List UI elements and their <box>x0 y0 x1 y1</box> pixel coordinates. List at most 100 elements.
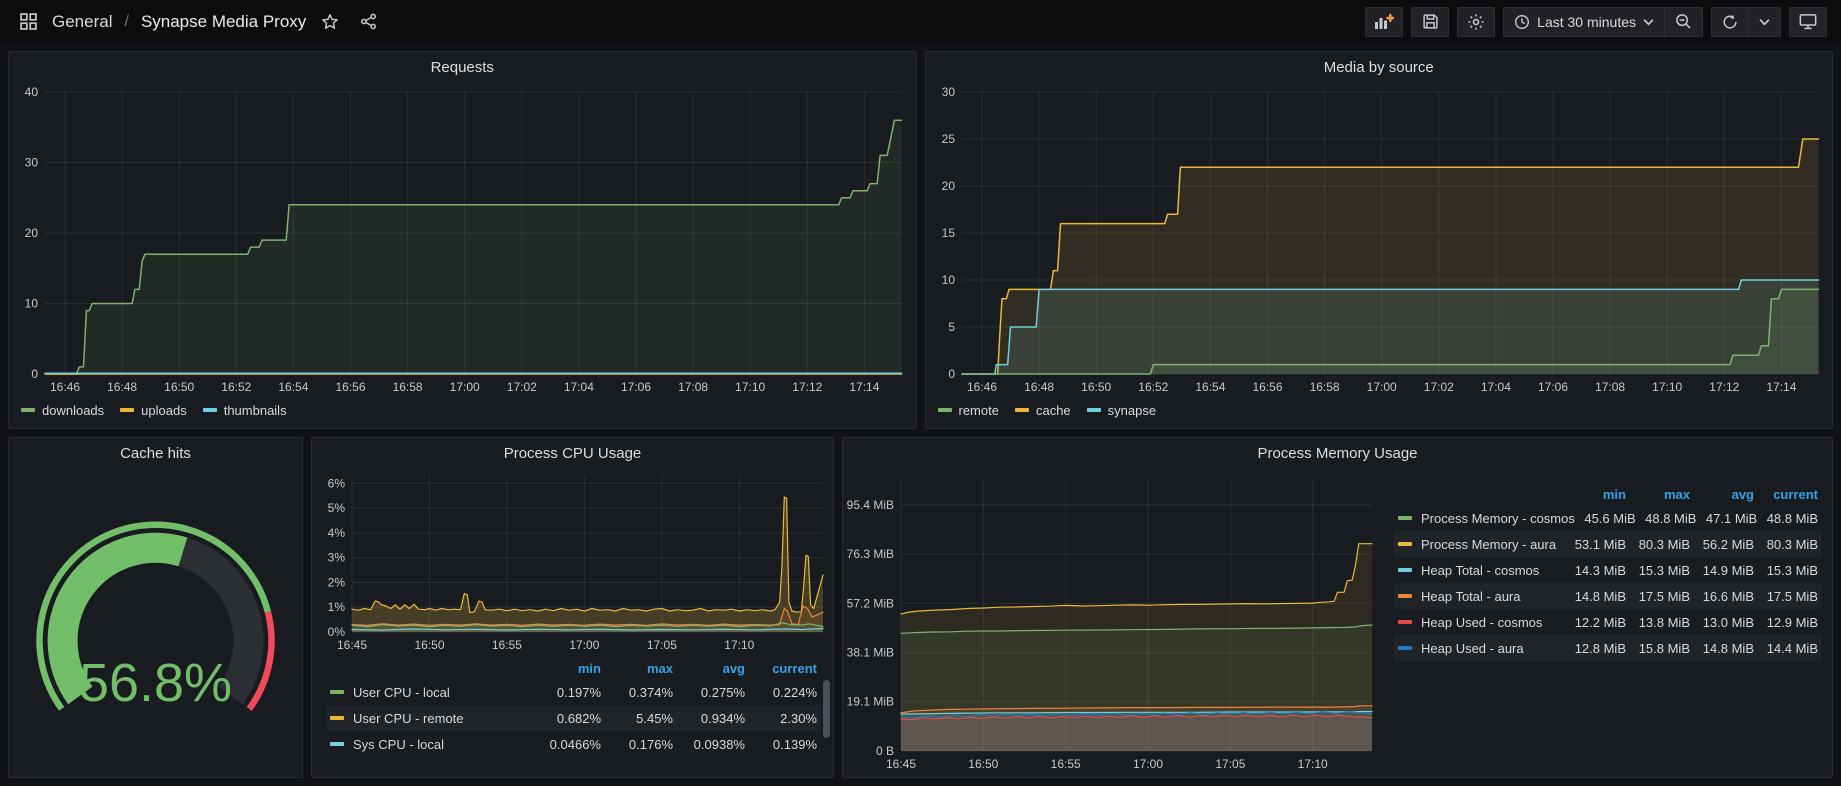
legend-column-min[interactable]: min <box>529 661 601 676</box>
legend-value: 0.176% <box>601 737 673 752</box>
media-legend: remote cache synapse <box>926 400 1833 428</box>
legend-value: 15.3 MiB <box>1754 563 1818 578</box>
legend-column-avg[interactable]: avg <box>1690 487 1754 502</box>
x-tick-label: 16:48 <box>107 380 137 394</box>
panel-title[interactable]: Process Memory Usage <box>843 438 1832 468</box>
legend-series-Heap Used - cosmos[interactable]: Heap Used - cosmos <box>1398 615 1562 630</box>
x-tick-label: 16:52 <box>1138 380 1168 394</box>
series-color-swatch <box>120 408 134 412</box>
refresh-interval-dropdown[interactable] <box>1748 8 1780 36</box>
panel-title[interactable]: Cache hits <box>9 438 302 468</box>
y-tick-label: 30 <box>25 156 39 170</box>
share-icon[interactable] <box>354 8 382 36</box>
x-tick-label: 17:12 <box>1709 380 1739 394</box>
requests-chart[interactable]: 16:4616:4816:5016:5216:5416:5616:5817:00… <box>9 82 916 400</box>
media-by-source-chart[interactable]: 16:4616:4816:5016:5216:5416:5616:5817:00… <box>926 82 1833 400</box>
x-tick-label: 17:00 <box>569 638 599 652</box>
legend-value: 0.934% <box>673 711 745 726</box>
panel-title[interactable]: Media by source <box>926 52 1833 82</box>
legend-series-Heap Total - aura[interactable]: Heap Total - aura <box>1398 589 1562 604</box>
y-tick-label: 0 <box>31 367 38 381</box>
legend-series-User CPU - local[interactable]: User CPU - local <box>330 685 529 700</box>
x-tick-label: 17:05 <box>647 638 677 652</box>
legend-value: 15.3 MiB <box>1626 563 1690 578</box>
legend-value: 0.275% <box>673 685 745 700</box>
dashboards-grid-icon[interactable] <box>14 8 42 36</box>
requests-legend: downloads uploads thumbnails <box>9 400 916 428</box>
y-tick-label: 57.2 MiB <box>847 596 894 610</box>
legend-value: 53.1 MiB <box>1562 537 1626 552</box>
panel-title[interactable]: Requests <box>9 52 916 82</box>
x-tick-label: 16:48 <box>1024 380 1054 394</box>
time-picker-button[interactable]: Last 30 minutes <box>1504 8 1664 36</box>
x-tick-label: 17:10 <box>1298 757 1328 771</box>
legend-column-max[interactable]: max <box>1626 487 1690 502</box>
refresh-button[interactable] <box>1712 8 1748 36</box>
refresh-icon <box>1722 14 1738 30</box>
legend-row: Process Memory - aura53.1 MiB80.3 MiB56.… <box>1394 531 1822 557</box>
cycle-view-mode-button[interactable] <box>1789 7 1827 37</box>
x-tick-label: 17:14 <box>849 380 879 394</box>
legend-item-cache[interactable]: cache <box>1015 403 1071 418</box>
process-memory-chart[interactable]: 16:4516:5016:5517:0017:0517:100 B19.1 Mi… <box>843 468 1380 777</box>
legend-item-remote[interactable]: remote <box>938 403 999 418</box>
legend-value: 0.682% <box>529 711 601 726</box>
series-color-swatch <box>938 408 952 412</box>
add-panel-button[interactable] <box>1365 7 1403 37</box>
legend-scrollbar[interactable] <box>823 680 830 738</box>
legend-column-current[interactable]: current <box>1754 487 1818 502</box>
legend-series-Process Memory - cosmos[interactable]: Process Memory - cosmos <box>1398 511 1575 526</box>
settings-gear-icon[interactable] <box>1457 7 1495 37</box>
monitor-icon <box>1799 13 1817 30</box>
legend-row: User CPU - local0.197%0.374%0.275%0.224% <box>326 679 821 705</box>
x-tick-label: 16:50 <box>1081 380 1111 394</box>
legend-column-current[interactable]: current <box>745 661 817 676</box>
legend-value: 0.224% <box>745 685 817 700</box>
legend-value: 47.1 MiB <box>1696 511 1757 526</box>
legend-value: 16.6 MiB <box>1690 589 1754 604</box>
legend-series-Heap Total - cosmos[interactable]: Heap Total - cosmos <box>1398 563 1562 578</box>
legend-value: 13.0 MiB <box>1690 615 1754 630</box>
zoom-out-button[interactable] <box>1664 8 1702 36</box>
legend-series-User CPU - remote[interactable]: User CPU - remote <box>330 711 529 726</box>
legend-column-min[interactable]: min <box>1562 487 1626 502</box>
x-tick-label: 16:58 <box>1309 380 1339 394</box>
y-tick-label: 25 <box>941 132 955 146</box>
legend-item-uploads[interactable]: uploads <box>120 403 187 418</box>
x-tick-label: 16:56 <box>1252 380 1282 394</box>
x-tick-label: 17:06 <box>621 380 651 394</box>
x-tick-label: 16:56 <box>335 380 365 394</box>
x-tick-label: 16:54 <box>278 380 308 394</box>
series-color-swatch <box>1015 408 1029 412</box>
series-color-swatch <box>1398 516 1412 520</box>
legend-value: 2.30% <box>745 711 817 726</box>
star-icon[interactable] <box>316 8 344 36</box>
legend-item-thumbnails[interactable]: thumbnails <box>203 403 287 418</box>
legend-series-Process Memory - aura[interactable]: Process Memory - aura <box>1398 537 1562 552</box>
panel-title[interactable]: Process CPU Usage <box>312 438 833 468</box>
panel-requests: Requests 16:4616:4816:5016:5216:5416:561… <box>8 51 917 429</box>
legend-value: 80.3 MiB <box>1626 537 1690 552</box>
legend-item-synapse[interactable]: synapse <box>1087 403 1156 418</box>
breadcrumb-folder[interactable]: General <box>52 12 112 32</box>
process-cpu-chart[interactable]: 16:4516:5016:5517:0017:0517:100%1%2%3%4%… <box>312 468 833 656</box>
series-color-swatch <box>203 408 217 412</box>
time-range-label: Last 30 minutes <box>1537 14 1636 30</box>
legend-column-max[interactable]: max <box>601 661 673 676</box>
series-color-swatch <box>1398 594 1412 598</box>
y-tick-label: 40 <box>25 85 39 99</box>
chevron-down-icon <box>1643 18 1654 26</box>
x-tick-label: 17:00 <box>1133 757 1163 771</box>
y-tick-label: 4% <box>328 526 346 540</box>
series-color-swatch <box>1087 408 1101 412</box>
y-tick-label: 95.4 MiB <box>847 498 894 512</box>
x-tick-label: 16:52 <box>221 380 251 394</box>
save-dashboard-button[interactable] <box>1411 7 1449 37</box>
legend-column-avg[interactable]: avg <box>673 661 745 676</box>
y-tick-label: 20 <box>941 179 955 193</box>
legend-series-Heap Used - aura[interactable]: Heap Used - aura <box>1398 641 1562 656</box>
y-tick-label: 38.1 MiB <box>847 646 894 660</box>
legend-value: 12.9 MiB <box>1754 615 1818 630</box>
legend-item-downloads[interactable]: downloads <box>21 403 104 418</box>
legend-series-Sys CPU - local[interactable]: Sys CPU - local <box>330 737 529 752</box>
